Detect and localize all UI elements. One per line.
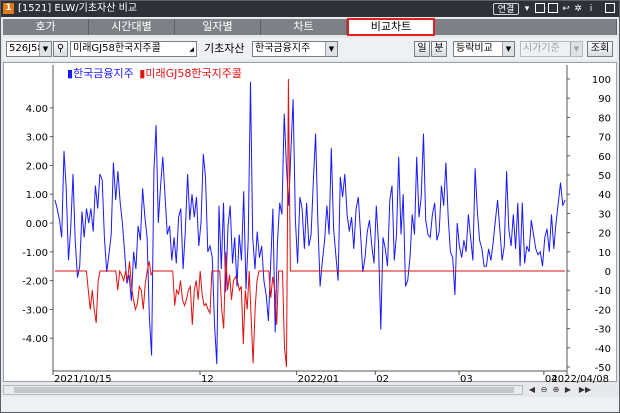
scroll-thumb[interactable]	[14, 387, 514, 393]
right-tick-label: 10	[598, 248, 611, 259]
right-tick-label: 40	[598, 190, 611, 201]
window: 1 [1521] ELW/기초자산 비교 연결 ▾ ↩ ✲ i 호가 시간대별 …	[0, 0, 620, 413]
left-tick-label: -2.00	[22, 277, 48, 288]
chart-legend: ▮한국금융지주 ▮미래GJ58한국지주콜	[67, 67, 242, 81]
right-tick-label: -10	[595, 286, 611, 297]
right-tick-label: -40	[595, 344, 611, 355]
right-tick-label: 100	[592, 75, 611, 86]
series-line-elw	[55, 78, 565, 368]
right-tick-label: 30	[598, 209, 611, 220]
right-tick-label: 20	[598, 229, 611, 240]
scroll-left-icon[interactable]: ◀	[527, 385, 537, 395]
comparison-chart: 4.00 3.00 2.00 1.00 0.00 -1.00 -2.00 -3.00 -4.00…	[22, 65, 611, 385]
right-tick-label: 50	[598, 171, 611, 182]
left-tick-label: 2.00	[26, 161, 48, 172]
chart-scrollbar[interactable]: ◀ ⊖ ⊕ ▶ ▶▶	[3, 384, 617, 396]
left-tick-label: 0.00	[26, 219, 48, 230]
right-tick-label: -30	[595, 325, 611, 336]
right-tick-label: 0	[605, 267, 611, 278]
legend-item-underlying: 한국금융지주	[73, 67, 134, 80]
left-tick-label: 1.00	[26, 190, 48, 201]
left-tick-label: 4.00	[26, 104, 48, 115]
status-bar	[1, 397, 619, 412]
scroll-right-icon[interactable]: ▶	[563, 385, 573, 395]
right-tick-label: 80	[598, 113, 611, 124]
right-tick-label: -20	[595, 305, 611, 316]
right-tick-label: -50	[595, 363, 611, 374]
legend-item-elw: 미래GJ58한국지주콜	[145, 67, 242, 80]
series-line-underlying	[54, 81, 566, 365]
left-tick-label: 3.00	[26, 133, 48, 144]
left-tick-label: -4.00	[22, 334, 48, 345]
zoom-out-icon[interactable]: ⊖	[539, 385, 549, 395]
left-tick-label: -3.00	[22, 305, 48, 316]
right-tick-label: 60	[598, 152, 611, 163]
zoom-in-icon[interactable]: ⊕	[551, 385, 561, 395]
right-tick-label: 90	[598, 94, 611, 105]
left-tick-label: -1.00	[22, 248, 48, 259]
scroll-track[interactable]	[3, 385, 523, 395]
right-tick-label: 70	[598, 133, 611, 144]
scroll-end-icon[interactable]: ▶▶	[577, 385, 593, 395]
